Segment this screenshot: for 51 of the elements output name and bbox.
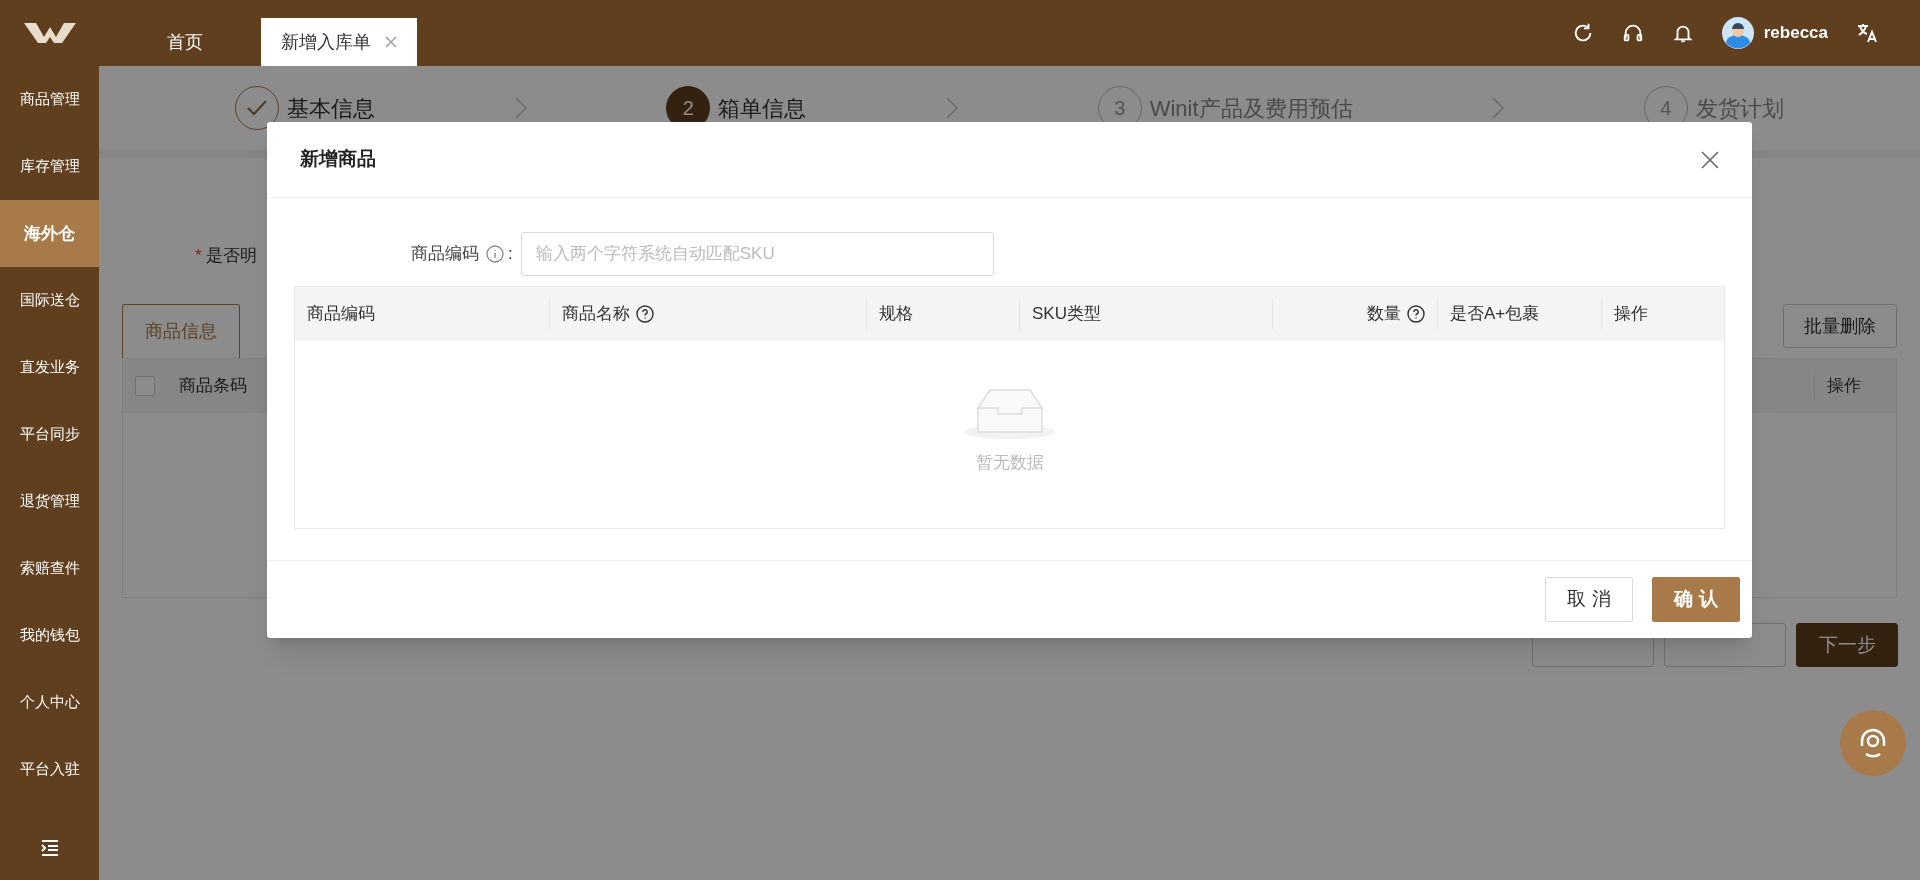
sidebar-item[interactable]: 商品管理	[0, 66, 99, 133]
modal-title: 新增商品	[300, 147, 376, 172]
headset-icon[interactable]	[1621, 22, 1644, 44]
sidebar-item[interactable]: 直发业务	[0, 334, 99, 401]
sidebar-item[interactable]: 海外仓	[0, 200, 99, 267]
sidebar-item[interactable]: 平台同步	[0, 401, 99, 468]
tab[interactable]: 新增入库单	[261, 18, 417, 66]
info-icon	[486, 245, 504, 263]
close-icon[interactable]	[385, 36, 397, 48]
input-field[interactable]: 输入两个字符系统自动匹配SKU	[520, 232, 994, 276]
footer-button[interactable]: 下一步	[1796, 623, 1898, 667]
sidebar-item[interactable]: 我的钱包	[0, 602, 99, 669]
checkbox[interactable]	[135, 376, 155, 396]
column-header: 商品编码	[295, 299, 550, 329]
translate-icon[interactable]	[1856, 21, 1880, 45]
column-header: 是否A+包裹	[1438, 299, 1602, 329]
sidebar-item[interactable]: 个人中心	[0, 669, 99, 736]
sidebar-item[interactable]: 索赔查件	[0, 535, 99, 602]
tab[interactable]: 首页	[137, 18, 233, 66]
cancel-button[interactable]: 取 消	[1545, 577, 1633, 622]
menu-icon[interactable]	[40, 840, 59, 856]
step-label: Winit产品及费用预估	[1149, 94, 1353, 123]
support-icon[interactable]	[1840, 710, 1906, 776]
column-header: SKU类型	[1020, 299, 1273, 329]
colon: :	[508, 243, 513, 266]
close-icon[interactable]	[1701, 150, 1719, 169]
required-mark: *	[195, 245, 202, 268]
column-header: 商品名称	[550, 299, 867, 329]
user-name[interactable]: rebecca	[1763, 20, 1828, 46]
chevron-icon	[514, 97, 527, 119]
field-label: 商品编码	[411, 243, 479, 266]
step-label: 箱单信息	[718, 94, 807, 123]
logo-icon	[21, 21, 78, 45]
batch-delete-button[interactable]: 批量删除	[1783, 304, 1897, 348]
empty-text: 暂无数据	[975, 451, 1044, 474]
step-label: 发货计划	[1695, 94, 1784, 123]
column-header: 数量	[1273, 299, 1438, 329]
sidebar-item[interactable]: 库存管理	[0, 133, 99, 200]
sidebar-item[interactable]: 退货管理	[0, 468, 99, 535]
chevron-icon	[946, 97, 958, 119]
field-label: 是否明	[205, 245, 257, 268]
avatar-icon[interactable]	[1721, 17, 1754, 49]
step-label: 基本信息	[287, 94, 375, 123]
column-header: 操作	[1613, 303, 1649, 326]
column-header: 操作	[1814, 373, 1884, 399]
sidebar-item[interactable]: 平台入驻	[0, 736, 99, 803]
chevron-icon	[1492, 97, 1505, 119]
sidebar-item[interactable]: 国际送仓	[0, 267, 99, 334]
column-header: 商品条码	[179, 375, 247, 398]
column-header: 规格	[867, 299, 1020, 329]
confirm-button[interactable]: 确 认	[1652, 577, 1740, 622]
